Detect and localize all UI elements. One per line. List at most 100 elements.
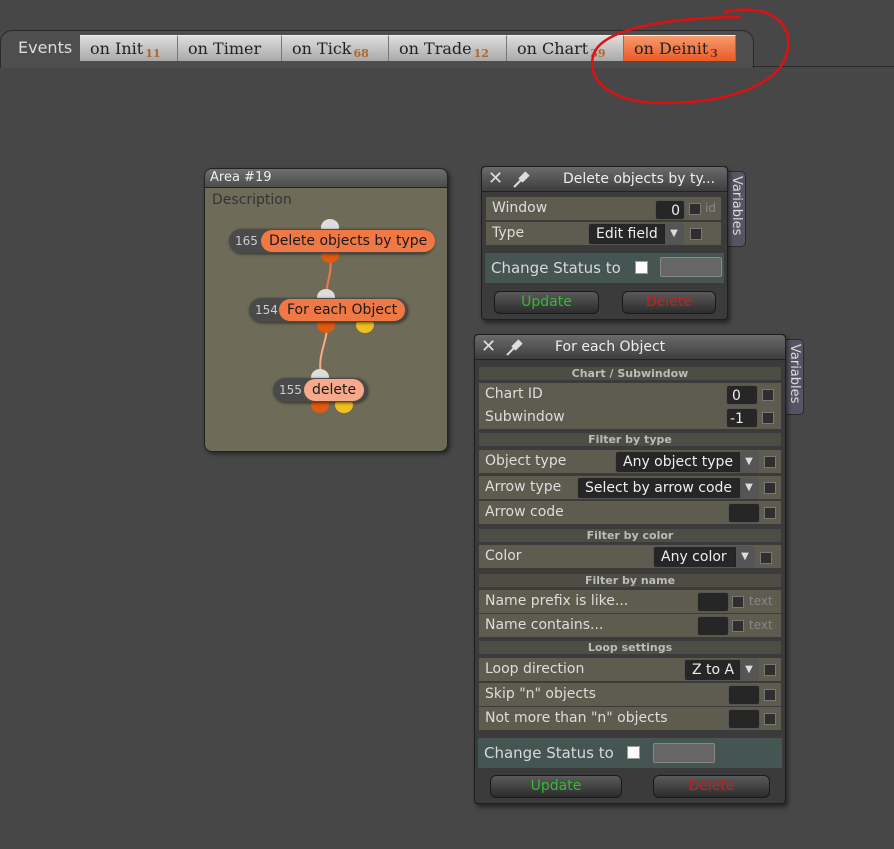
window-row: Window — [486, 197, 721, 220]
loop-direction-checkbox[interactable] — [764, 664, 776, 676]
section-filter-type: Filter by type — [479, 433, 781, 446]
name-prefix-checkbox[interactable] — [732, 596, 744, 608]
subwindow-input[interactable]: -1 — [726, 408, 758, 428]
node-label: For each Object — [279, 299, 406, 321]
object-type-checkbox[interactable] — [764, 456, 776, 468]
tab-count: 3 — [710, 47, 718, 60]
color-select[interactable]: Any color ▼ — [653, 546, 755, 568]
update-button[interactable]: Update — [494, 291, 599, 314]
for-each-object-panel: ✕ For each Object Chart / Subwindow Char… — [474, 334, 786, 804]
chevron-down-icon[interactable]: ▼ — [739, 452, 758, 472]
type-select[interactable]: Edit field ▼ — [588, 223, 684, 245]
chart-id-label: Chart ID — [485, 386, 543, 402]
tab-label: on Timer — [188, 39, 262, 58]
tab-on-deinit[interactable]: on Deinit 3 — [624, 35, 736, 61]
color-checkbox[interactable] — [760, 552, 772, 564]
subwindow-label: Subwindow — [485, 409, 565, 425]
name-prefix-hint: text — [749, 594, 773, 608]
not-more-checkbox[interactable] — [764, 713, 776, 725]
node-delete-objects[interactable]: 165 Delete objects by type — [229, 229, 436, 253]
type-value: Edit field — [596, 226, 658, 242]
node-delete[interactable]: 155 delete — [273, 378, 367, 402]
node-label: delete — [304, 379, 365, 401]
arrow-type-label: Arrow type — [485, 479, 562, 495]
loop-direction-select[interactable]: Z to A ▼ — [684, 659, 759, 681]
tab-count: 11 — [145, 47, 161, 60]
variables-tab-label: Variables — [729, 176, 744, 236]
chart-id-checkbox[interactable] — [762, 389, 774, 401]
tab-count: 12 — [473, 47, 489, 60]
change-status-label: Change Status to — [484, 744, 614, 762]
arrow-type-checkbox[interactable] — [764, 482, 776, 494]
window-label: Window — [492, 200, 548, 216]
tab-on-init[interactable]: on Init 11 — [80, 35, 178, 61]
arrow-type-select[interactable]: Select by arrow code ▼ — [577, 477, 759, 499]
section-chart-subwindow: Chart / Subwindow — [479, 367, 781, 380]
loop-direction-label: Loop direction — [485, 661, 585, 677]
tab-label: on Chart — [517, 39, 589, 58]
skip-input[interactable] — [728, 685, 760, 705]
node-id: 165 — [235, 234, 258, 248]
section-filter-color: Filter by color — [479, 529, 781, 542]
area-panel[interactable]: Area #19 Description 165 Delete objects … — [204, 168, 448, 452]
close-icon[interactable]: ✕ — [481, 338, 496, 356]
name-prefix-label: Name prefix is like... — [485, 593, 629, 609]
chart-id-input[interactable]: 0 — [726, 385, 758, 405]
window-id-checkbox[interactable] — [689, 203, 701, 215]
tab-on-timer[interactable]: on Timer — [178, 35, 282, 61]
color-value: Any color — [661, 549, 727, 565]
events-label: Events — [18, 38, 73, 57]
not-more-label: Not more than "n" objects — [485, 710, 668, 726]
delete-objects-panel: ✕ Delete objects by ty... Window 0 id Ty… — [481, 166, 728, 320]
panel-titlebar[interactable]: ✕ Delete objects by ty... — [482, 167, 727, 192]
variables-tab-label: Variables — [787, 344, 802, 404]
tab-label: on Deinit — [634, 39, 709, 58]
status-color-swatch[interactable] — [653, 743, 715, 763]
status-color-swatch[interactable] — [660, 257, 722, 277]
section-filter-name: Filter by name — [479, 574, 781, 587]
change-status-label: Change Status to — [491, 259, 621, 277]
chevron-down-icon[interactable]: ▼ — [739, 478, 758, 498]
object-type-select[interactable]: Any object type ▼ — [615, 451, 759, 473]
panel-titlebar[interactable]: ✕ For each Object — [475, 335, 785, 360]
change-status-checkbox[interactable] — [635, 261, 648, 274]
variables-tab[interactable]: Variables — [784, 339, 804, 415]
node-label: Delete objects by type — [261, 230, 436, 252]
arrow-code-checkbox[interactable] — [764, 507, 776, 519]
name-contains-input[interactable] — [697, 616, 729, 636]
window-id-hint: id — [705, 201, 716, 215]
arrow-code-input[interactable] — [728, 503, 760, 523]
tab-on-trade[interactable]: on Trade 12 — [389, 35, 507, 61]
tab-label: on Tick — [292, 39, 352, 58]
tab-on-chart[interactable]: on Chart 39 — [507, 35, 624, 61]
chevron-down-icon[interactable]: ▼ — [735, 547, 754, 567]
type-label: Type — [492, 225, 525, 241]
window-input[interactable]: 0 — [655, 200, 685, 220]
panel-title: Delete objects by ty... — [563, 171, 716, 187]
delete-button[interactable]: Delete — [622, 291, 716, 314]
tab-label: on Init — [90, 39, 144, 58]
not-more-input[interactable] — [728, 709, 760, 729]
skip-label: Skip "n" objects — [485, 686, 596, 702]
name-prefix-input[interactable] — [697, 592, 729, 612]
node-for-each-object[interactable]: 154 For each Object — [249, 298, 407, 322]
variables-tab[interactable]: Variables — [726, 171, 746, 247]
pin-icon[interactable] — [504, 337, 526, 357]
chevron-down-icon[interactable]: ▼ — [664, 224, 683, 244]
name-contains-checkbox[interactable] — [732, 620, 744, 632]
skip-checkbox[interactable] — [764, 689, 776, 701]
tab-on-tick[interactable]: on Tick 68 — [282, 35, 389, 61]
tab-count: 68 — [353, 47, 369, 60]
object-type-value: Any object type — [623, 454, 734, 470]
close-icon[interactable]: ✕ — [488, 170, 503, 188]
pin-icon[interactable] — [511, 169, 533, 189]
change-status-checkbox[interactable] — [627, 746, 640, 759]
subwindow-checkbox[interactable] — [762, 412, 774, 424]
type-checkbox[interactable] — [690, 228, 702, 240]
loop-direction-value: Z to A — [692, 662, 735, 678]
tab-label: on Trade — [399, 39, 472, 58]
update-button[interactable]: Update — [490, 775, 622, 798]
delete-button[interactable]: Delete — [653, 775, 770, 798]
chevron-down-icon[interactable]: ▼ — [739, 660, 758, 680]
name-contains-hint: text — [749, 618, 773, 632]
